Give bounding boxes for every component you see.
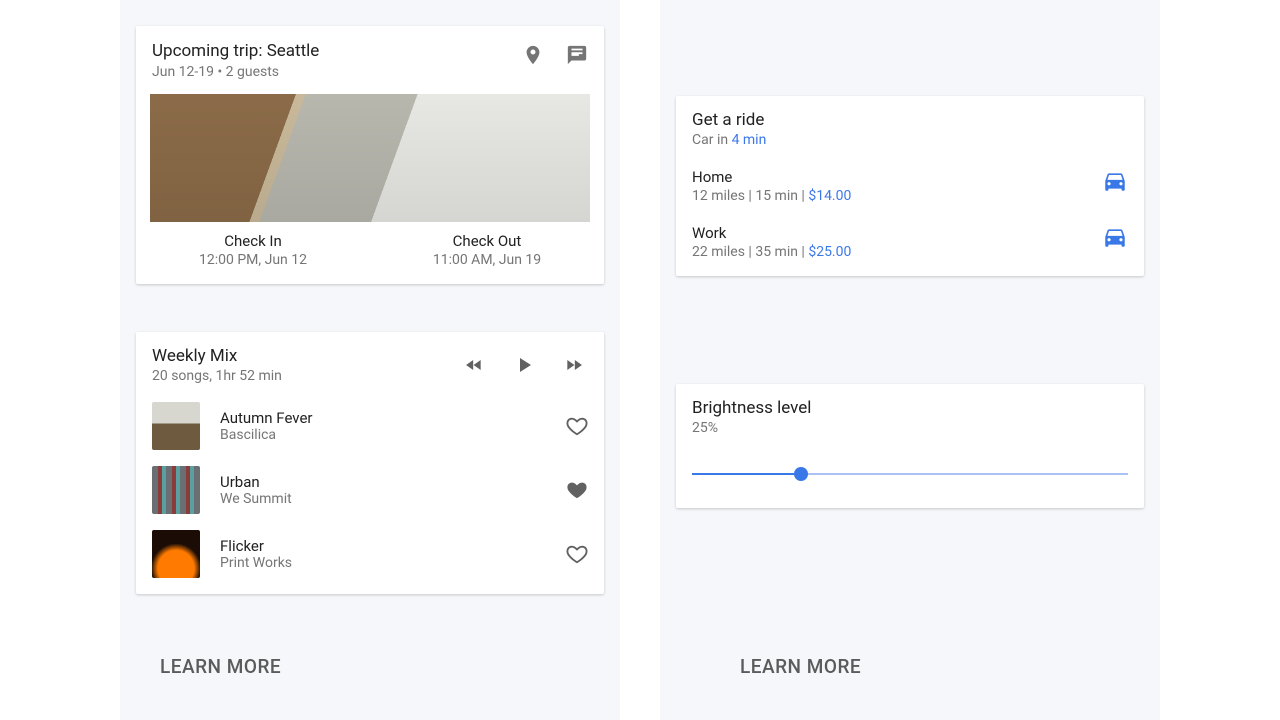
song-name: Autumn Fever <box>220 409 566 427</box>
heart-icon[interactable] <box>566 479 588 501</box>
ride-card: Get a ride Car in 4 min Home 12 miles | … <box>676 96 1144 276</box>
destination-name: Work <box>692 224 1102 242</box>
ride-eta: Car in 4 min <box>692 132 1128 148</box>
ride-eta-prefix: Car in <box>692 132 732 148</box>
song-row[interactable]: Autumn Fever Bascilica <box>136 394 604 458</box>
song-artist: Print Works <box>220 555 566 571</box>
left-panel: Upcoming trip: Seattle Jun 12-19 • 2 gue… <box>120 0 620 720</box>
destination-price: $14.00 <box>808 188 851 204</box>
car-icon <box>1102 224 1128 250</box>
ride-destination[interactable]: Work 22 miles | 35 min | $25.00 <box>692 224 1128 260</box>
checkin-value: 12:00 PM, Jun 12 <box>136 252 370 268</box>
song-artist: Bascilica <box>220 427 566 443</box>
checkout-column: Check Out 11:00 AM, Jun 19 <box>370 232 604 268</box>
song-artist: We Summit <box>220 491 566 507</box>
right-panel: Get a ride Car in 4 min Home 12 miles | … <box>660 0 1160 720</box>
slider-fill <box>692 473 801 475</box>
destination-details: 22 miles | 35 min | $25.00 <box>692 244 1102 260</box>
slider-knob[interactable] <box>794 467 808 481</box>
checkin-column: Check In 12:00 PM, Jun 12 <box>136 232 370 268</box>
music-title: Weekly Mix <box>152 346 464 366</box>
rewind-icon[interactable] <box>464 355 484 375</box>
song-name: Flicker <box>220 537 566 555</box>
checkout-value: 11:00 AM, Jun 19 <box>370 252 604 268</box>
location-icon[interactable] <box>522 44 544 66</box>
brightness-slider[interactable] <box>692 464 1128 484</box>
destination-price: $25.00 <box>808 244 851 260</box>
song-row[interactable]: Flicker Print Works <box>136 522 604 586</box>
destination-details: 12 miles | 15 min | $14.00 <box>692 188 1102 204</box>
checkin-label: Check In <box>136 232 370 250</box>
trip-title: Upcoming trip: Seattle <box>152 40 522 62</box>
heart-icon[interactable] <box>566 415 588 437</box>
music-card: Weekly Mix 20 songs, 1hr 52 min <box>136 332 604 594</box>
song-row[interactable]: Urban We Summit <box>136 458 604 522</box>
forward-icon[interactable] <box>564 355 584 375</box>
song-thumbnail <box>152 466 200 514</box>
music-subtitle: 20 songs, 1hr 52 min <box>152 368 464 384</box>
ride-title: Get a ride <box>692 110 1128 130</box>
checkout-label: Check Out <box>370 232 604 250</box>
car-icon <box>1102 168 1128 194</box>
learn-more-link[interactable]: LEARN MORE <box>160 655 281 678</box>
comment-icon[interactable] <box>566 44 588 66</box>
song-thumbnail <box>152 402 200 450</box>
brightness-card: Brightness level 25% <box>676 384 1144 508</box>
heart-icon[interactable] <box>566 543 588 565</box>
play-icon[interactable] <box>512 353 536 377</box>
song-name: Urban <box>220 473 566 491</box>
ride-eta-value: 4 min <box>732 132 767 148</box>
trip-subtitle: Jun 12-19 • 2 guests <box>152 64 522 80</box>
trip-card: Upcoming trip: Seattle Jun 12-19 • 2 gue… <box>136 26 604 284</box>
ride-destination[interactable]: Home 12 miles | 15 min | $14.00 <box>692 168 1128 204</box>
trip-hero-image <box>150 94 590 222</box>
destination-name: Home <box>692 168 1102 186</box>
brightness-value-label: 25% <box>692 420 1128 436</box>
brightness-title: Brightness level <box>692 398 1128 418</box>
learn-more-link[interactable]: LEARN MORE <box>740 655 861 678</box>
song-thumbnail <box>152 530 200 578</box>
